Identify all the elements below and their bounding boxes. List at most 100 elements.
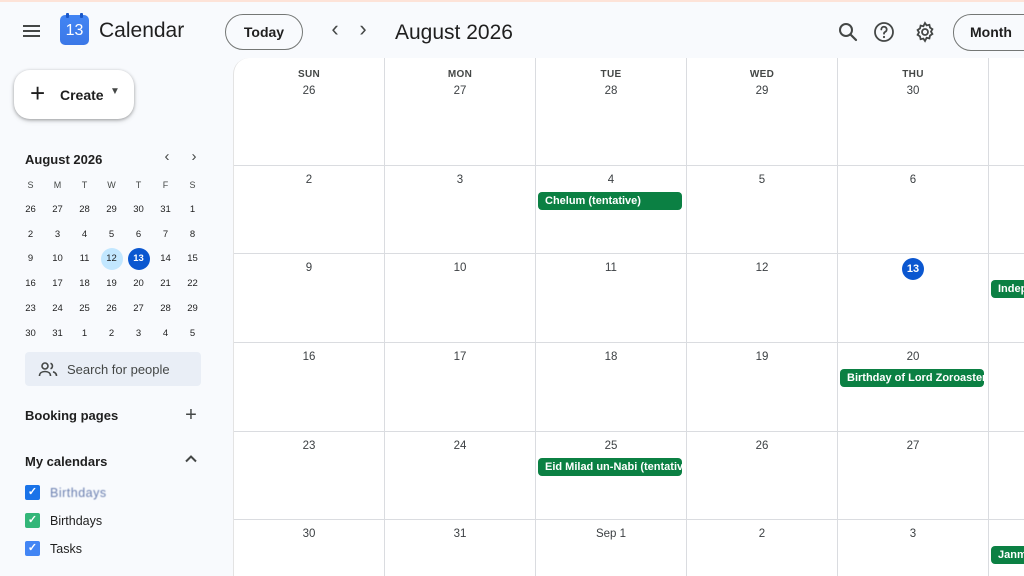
month-day-cell[interactable]: MON 27 (385, 58, 536, 166)
date-number[interactable]: 9 (234, 262, 384, 274)
mini-calendar-day[interactable]: 25 (71, 298, 98, 323)
mini-calendar-day[interactable]: 3 (44, 224, 71, 249)
create-button[interactable]: + Create ▼ (14, 70, 134, 119)
date-number[interactable]: 26 (687, 440, 837, 452)
date-number[interactable]: 24 (385, 440, 535, 452)
date-number[interactable]: 3 (838, 528, 988, 540)
mini-calendar-day[interactable]: 1 (71, 323, 98, 348)
mini-calendar-day[interactable]: 3 (125, 323, 152, 348)
date-number[interactable]: 2 (687, 528, 837, 540)
month-day-cell[interactable]: 23 (234, 432, 385, 520)
month-day-cell[interactable]: 3 (838, 520, 989, 576)
month-day-cell[interactable]: 18 (536, 343, 687, 432)
date-number[interactable]: 6 (838, 174, 988, 186)
main-menu-button[interactable] (18, 17, 46, 45)
calendar-event-chip[interactable]: Janm (991, 546, 1024, 564)
mini-calendar-day[interactable]: 26 (17, 199, 44, 224)
mini-calendar-day[interactable]: 2 (17, 224, 44, 249)
calendar-event-chip[interactable]: Eid Milad un-Nabi (tentative) (538, 458, 682, 476)
calendar-event-chip[interactable]: Indep (991, 280, 1024, 298)
month-day-cell[interactable]: 3 (385, 166, 536, 254)
date-number[interactable]: 27 (838, 440, 988, 452)
mini-calendar-day[interactable]: 8 (179, 224, 206, 249)
date-number[interactable]: 4 (536, 174, 686, 186)
mini-calendar-day[interactable]: 28 (71, 199, 98, 224)
mini-calendar-next-button[interactable]: › (184, 148, 204, 165)
month-day-cell[interactable]: 24 (385, 432, 536, 520)
mini-calendar-day[interactable]: 18 (71, 273, 98, 298)
mini-calendar-day[interactable]: 31 (44, 323, 71, 348)
month-day-cell[interactable]: 27 (838, 432, 989, 520)
month-day-cell[interactable]: SUN 26 (234, 58, 385, 166)
mini-calendar-day[interactable]: 31 (152, 199, 179, 224)
checkbox[interactable]: ✓ (25, 513, 40, 528)
month-day-cell[interactable]: WED 29 (687, 58, 838, 166)
month-day-cell[interactable]: 5 (687, 166, 838, 254)
date-number[interactable]: 28 (536, 85, 686, 97)
mini-calendar-day[interactable]: 4 (71, 224, 98, 249)
mini-calendar-day[interactable]: 16 (17, 273, 44, 298)
settings-icon[interactable] (913, 20, 937, 44)
date-number[interactable]: 11 (536, 262, 686, 274)
month-day-cell[interactable]: 13 (838, 254, 989, 343)
month-day-cell[interactable]: 19 (687, 343, 838, 432)
date-number[interactable]: 30 (234, 528, 384, 540)
month-day-cell[interactable]: 4 (536, 166, 687, 254)
mini-calendar-day[interactable]: 27 (44, 199, 71, 224)
mini-calendar-day[interactable]: 5 (179, 323, 206, 348)
mini-calendar-day[interactable]: 11 (71, 248, 98, 273)
next-period-button[interactable]: › (350, 17, 376, 43)
date-number[interactable]: 30 (838, 85, 988, 97)
mini-calendar-day[interactable]: 13 (127, 248, 150, 271)
date-number[interactable]: 19 (687, 351, 837, 363)
people-search-input[interactable]: Search for people (25, 352, 201, 386)
calendar-event-chip[interactable]: Chelum (tentative) (538, 192, 682, 210)
mini-calendar-day[interactable]: 22 (179, 273, 206, 298)
view-selector-button[interactable]: Month ▼ (953, 14, 1024, 51)
mini-calendar-day[interactable]: 7 (152, 224, 179, 249)
date-number[interactable]: 2 (234, 174, 384, 186)
mini-calendar-day[interactable]: 28 (152, 298, 179, 323)
mini-calendar-day[interactable]: 27 (125, 298, 152, 323)
date-number[interactable]: 10 (385, 262, 535, 274)
month-day-cell[interactable]: 2 (234, 166, 385, 254)
help-icon[interactable] (872, 20, 896, 44)
month-day-cell[interactable]: TUE 28 (536, 58, 687, 166)
mini-calendar-day[interactable]: 30 (17, 323, 44, 348)
month-day-cell[interactable]: 10 (385, 254, 536, 343)
month-day-cell[interactable]: Sep 1 (536, 520, 687, 576)
mini-calendar-day[interactable]: 29 (179, 298, 206, 323)
date-number[interactable]: 20 (838, 351, 988, 363)
mini-calendar-day[interactable]: 6 (125, 224, 152, 249)
month-day-cell[interactable]: 9 (234, 254, 385, 343)
month-day-cell[interactable]: 25 (536, 432, 687, 520)
mini-calendar-day[interactable]: 4 (152, 323, 179, 348)
month-day-cell[interactable] (989, 58, 1024, 166)
date-number[interactable]: 31 (385, 528, 535, 540)
date-number[interactable]: 16 (234, 351, 384, 363)
month-day-cell[interactable]: 30 (234, 520, 385, 576)
date-number[interactable]: 5 (687, 174, 837, 186)
date-number[interactable]: Sep 1 (536, 528, 686, 540)
month-day-cell[interactable]: 26 (687, 432, 838, 520)
mini-calendar-day[interactable]: 21 (152, 273, 179, 298)
mini-calendar-day[interactable]: 15 (179, 248, 206, 273)
month-day-cell[interactable]: THU 30 (838, 58, 989, 166)
month-day-cell[interactable]: 31 (385, 520, 536, 576)
date-number[interactable]: 18 (536, 351, 686, 363)
month-day-cell[interactable]: 17 (385, 343, 536, 432)
mini-calendar-day[interactable]: 10 (44, 248, 71, 273)
mini-calendar-day[interactable]: 2 (98, 323, 125, 348)
today-date-number[interactable]: 13 (902, 258, 924, 280)
search-icon[interactable] (836, 20, 860, 44)
mini-calendar-day[interactable]: 24 (44, 298, 71, 323)
month-day-cell[interactable]: 16 (234, 343, 385, 432)
date-number[interactable]: 29 (687, 85, 837, 97)
date-number[interactable]: 3 (385, 174, 535, 186)
mini-calendar-day[interactable]: 17 (44, 273, 71, 298)
month-day-cell[interactable]: 2 (687, 520, 838, 576)
calendar-event-chip[interactable]: Birthday of Lord Zoroaster (840, 369, 984, 387)
month-day-cell[interactable]: 12 (687, 254, 838, 343)
checkbox[interactable]: ✓ (25, 485, 40, 500)
mini-calendar-day[interactable]: 26 (98, 298, 125, 323)
